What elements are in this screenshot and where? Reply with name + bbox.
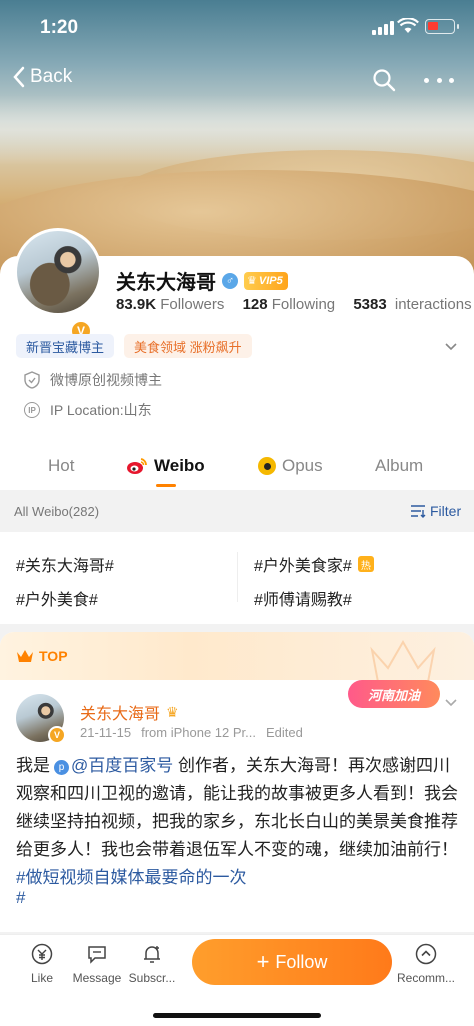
status-bar: 1:20: [0, 0, 474, 56]
chevron-down-icon[interactable]: [444, 340, 458, 354]
avatar[interactable]: [14, 228, 102, 316]
cellular-signal-icon: [372, 21, 394, 35]
ip-location-text: IP Location:山东: [50, 402, 152, 418]
tag-treasure-blogger[interactable]: 新晋宝藏博主: [16, 334, 115, 358]
topic-link[interactable]: #户外美食#: [16, 586, 98, 610]
profile-name: 关东大海哥: [116, 272, 216, 294]
following-count[interactable]: 128: [243, 296, 268, 313]
vip-badge[interactable]: ♛ VIP5: [244, 271, 288, 290]
like-icon: [31, 943, 53, 965]
interactions-label: interactions: [394, 296, 472, 313]
topic-link[interactable]: #户外美食家# 热: [254, 552, 374, 576]
tab-album[interactable]: Album: [375, 456, 423, 476]
battery-icon: [425, 19, 459, 34]
subscribe-button[interactable]: Subscr...: [117, 943, 187, 985]
henan-support-badge[interactable]: 河南加油: [348, 680, 440, 708]
pinned-post[interactable]: TOP 河南加油 V 关东大海哥 ♛ 21-11-15 from iPhone …: [0, 632, 474, 932]
filter-bar: All Weibo(282) Filter: [0, 492, 474, 532]
vip-crown-icon: ♛: [166, 703, 179, 720]
chevron-left-icon: [13, 66, 25, 88]
all-weibo-count: All Weibo(282): [14, 504, 100, 519]
message-icon: [88, 946, 106, 964]
tab-weibo[interactable]: Weibo: [126, 456, 205, 476]
following-label[interactable]: Following: [272, 296, 335, 313]
male-gender-icon: ♂: [222, 272, 238, 289]
post-date: 21-11-15: [80, 725, 132, 740]
top-nav: Back: [0, 60, 474, 100]
wifi-icon: [397, 18, 419, 33]
crown-watermark-icon: [370, 639, 436, 683]
bottom-action-bar: Like Message Subscr... + Follow Recomm..…: [0, 934, 474, 1026]
back-label: Back: [30, 66, 73, 87]
topic-link[interactable]: #师傅请赐教#: [254, 586, 352, 610]
filter-icon: [411, 505, 426, 518]
home-indicator: [153, 1013, 321, 1018]
shield-icon: [24, 371, 40, 389]
bell-icon: [144, 946, 160, 963]
crown-icon: ♛: [247, 275, 257, 287]
recommend-icon: [415, 943, 437, 965]
profile-tabs: Hot Weibo Opus Album: [0, 440, 474, 490]
post-author-name[interactable]: 关东大海哥 ♛: [80, 700, 179, 724]
verified-badge-icon: V: [48, 726, 66, 744]
ip-location-line: IP IP Location:山东: [24, 400, 152, 420]
profile-stats: 83.9K Followers 128 Following 5383 inter…: [116, 296, 474, 313]
post-meta: 21-11-15 from iPhone 12 Pr... Edited: [80, 725, 303, 740]
followers-count[interactable]: 83.9K: [116, 296, 156, 313]
crown-icon: [17, 650, 33, 662]
chevron-down-icon[interactable]: [444, 696, 458, 710]
topics-section: #关东大海哥# #户外美食家# 热 #户外美食# #师傅请赐教#: [0, 532, 474, 624]
post-source: from iPhone 12 Pr...: [141, 725, 256, 740]
recommend-button[interactable]: Recomm...: [391, 943, 461, 985]
verification-text: 微博原创视频博主: [50, 372, 162, 388]
hashtag-link-tail[interactable]: #: [16, 888, 25, 908]
hashtag-link[interactable]: #做短视频自媒体最要命的一次: [16, 868, 246, 887]
ip-icon: IP: [24, 402, 40, 418]
topic-link[interactable]: #关东大海哥#: [16, 552, 114, 576]
hot-badge: 热: [357, 556, 374, 572]
tab-hot[interactable]: Hot: [48, 456, 74, 476]
opus-icon: [258, 457, 276, 475]
tab-opus[interactable]: Opus: [258, 456, 323, 476]
plus-icon: +: [256, 949, 270, 974]
tag-food-rising[interactable]: 美食领域 涨粉飙升: [124, 334, 252, 358]
followers-label[interactable]: Followers: [160, 296, 224, 313]
verification-line: 微博原创视频博主: [24, 370, 162, 390]
interactions-count: 5383: [353, 296, 387, 313]
active-tab-indicator: [156, 484, 176, 487]
post-text: 我是 p @百度百家号 创作者，关东大海哥！再次感谢四川观察和四川卫视的邀请，能让我…: [16, 756, 458, 887]
mention-icon: p: [54, 760, 69, 775]
back-button[interactable]: Back: [12, 66, 72, 88]
filter-button[interactable]: Filter: [410, 503, 461, 519]
top-label: TOP: [16, 648, 68, 664]
weibo-logo-icon: [127, 458, 147, 474]
more-options-icon[interactable]: [424, 68, 454, 92]
search-icon[interactable]: [372, 68, 396, 92]
status-time: 1:20: [40, 17, 79, 38]
post-edited[interactable]: Edited: [266, 725, 303, 740]
follow-button[interactable]: + Follow: [192, 939, 392, 985]
divider: [237, 552, 238, 602]
mention-link[interactable]: p @百度百家号: [50, 756, 173, 775]
